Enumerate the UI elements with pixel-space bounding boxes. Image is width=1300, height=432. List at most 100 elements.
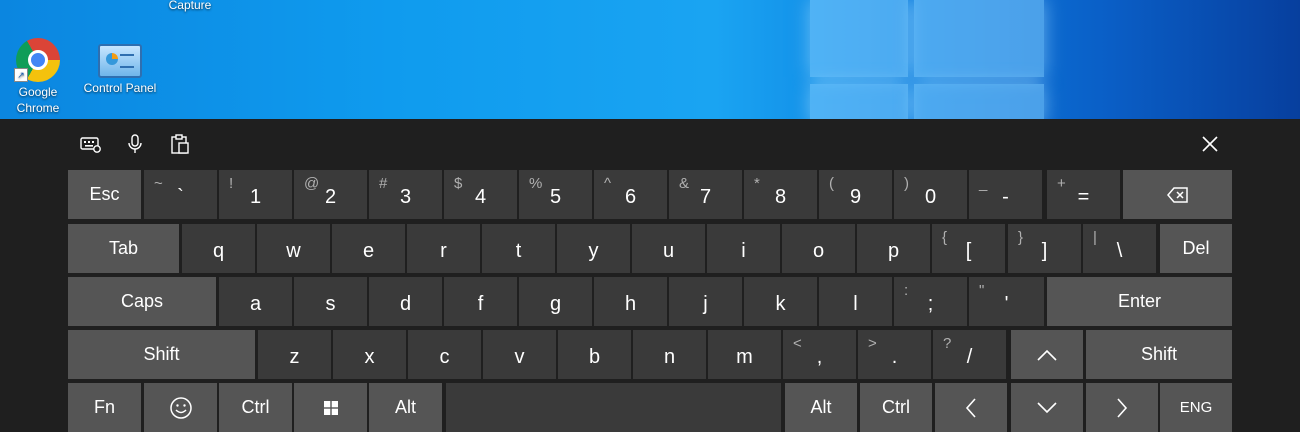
key-label: x xyxy=(364,346,375,368)
key-fn[interactable]: Fn xyxy=(68,383,141,432)
key-left-bracket[interactable]: {[ xyxy=(932,224,1005,273)
key-k[interactable]: k xyxy=(744,277,817,326)
key-ctrl-right[interactable]: Ctrl xyxy=(860,383,932,432)
key-f[interactable]: f xyxy=(444,277,517,326)
key-c[interactable]: c xyxy=(408,330,481,379)
key-v[interactable]: v xyxy=(483,330,556,379)
key-enter[interactable]: Enter xyxy=(1047,277,1232,326)
key-secondary-label: * xyxy=(754,175,760,192)
key-z[interactable]: z xyxy=(258,330,331,379)
key-d[interactable]: d xyxy=(369,277,442,326)
key-ctrl-left[interactable]: Ctrl xyxy=(219,383,292,432)
key-0[interactable]: ) 0 xyxy=(894,170,967,219)
key-secondary-label: } xyxy=(1018,229,1024,246)
key-equals[interactable]: + = xyxy=(1047,170,1120,219)
key-r[interactable]: r xyxy=(407,224,480,273)
key-4[interactable]: $4 xyxy=(444,170,517,219)
key-semicolon[interactable]: :; xyxy=(894,277,967,326)
key-q[interactable]: q xyxy=(182,224,255,273)
key-period[interactable]: >. xyxy=(858,330,931,379)
key-arrow-up[interactable] xyxy=(1011,330,1083,379)
key-9[interactable]: (9 xyxy=(819,170,892,219)
key-g[interactable]: g xyxy=(519,277,592,326)
key-caps[interactable]: Caps xyxy=(68,277,216,326)
key-tab[interactable]: Tab xyxy=(68,224,179,273)
key-quote[interactable]: " ' xyxy=(969,277,1044,326)
key-arrow-left[interactable] xyxy=(935,383,1007,432)
close-keyboard-button[interactable] xyxy=(1194,131,1226,157)
key-backslash[interactable]: | \ xyxy=(1083,224,1156,273)
key-x[interactable]: x xyxy=(333,330,406,379)
key-e[interactable]: e xyxy=(332,224,405,273)
control-panel-icon xyxy=(98,44,142,78)
key-label: - xyxy=(1002,186,1009,208)
key-slash[interactable]: ? / xyxy=(933,330,1006,379)
key-w[interactable]: w xyxy=(257,224,330,273)
key-secondary-label: { xyxy=(942,229,948,246)
key-o[interactable]: o xyxy=(782,224,855,273)
key-label: z xyxy=(289,346,300,368)
key-label: 8 xyxy=(774,186,787,208)
key-l[interactable]: l xyxy=(819,277,892,326)
key-label: k xyxy=(775,293,786,315)
key-a[interactable]: a xyxy=(219,277,292,326)
key-h[interactable]: h xyxy=(594,277,667,326)
key-label: g xyxy=(549,293,562,315)
key-2[interactable]: @2 xyxy=(294,170,367,219)
keyboard-settings-button[interactable] xyxy=(75,131,107,157)
key-s[interactable]: s xyxy=(294,277,367,326)
key-minus[interactable]: _ - xyxy=(969,170,1042,219)
key-label: 9 xyxy=(849,186,862,208)
key-windows[interactable] xyxy=(294,383,367,432)
key-j[interactable]: j xyxy=(669,277,742,326)
key-comma[interactable]: <, xyxy=(783,330,856,379)
key-arrow-right[interactable] xyxy=(1086,383,1158,432)
key-right-bracket[interactable]: }] xyxy=(1008,224,1081,273)
key-language[interactable]: ENG xyxy=(1160,383,1232,432)
key-label: ] xyxy=(1041,240,1048,262)
desktop-icon-control-panel[interactable]: Control Panel xyxy=(82,38,158,96)
desktop-icon-capture[interactable]: Capture xyxy=(152,0,228,13)
key-shift-left[interactable]: Shift xyxy=(68,330,255,379)
key-p[interactable]: p xyxy=(857,224,930,273)
key-alt-right[interactable]: Alt xyxy=(785,383,857,432)
key-label: w xyxy=(286,240,301,262)
key-i[interactable]: i xyxy=(707,224,780,273)
clipboard-icon xyxy=(171,134,189,154)
key-label: f xyxy=(477,293,484,315)
key-alt-left[interactable]: Alt xyxy=(369,383,442,432)
desktop-icon-google-chrome[interactable]: ↗ Google Chrome xyxy=(0,38,76,116)
key-secondary-label: ^ xyxy=(604,175,612,192)
key-secondary-label: " xyxy=(979,282,985,299)
key-label: Esc xyxy=(89,184,120,204)
key-m[interactable]: m xyxy=(708,330,781,379)
key-t[interactable]: t xyxy=(482,224,555,273)
key-label: ' xyxy=(1004,293,1009,315)
key-arrow-down[interactable] xyxy=(1011,383,1083,432)
key-esc[interactable]: Esc xyxy=(68,170,141,219)
key-backtick[interactable]: ~ ` xyxy=(144,170,217,219)
voice-typing-button[interactable] xyxy=(119,131,151,157)
key-5[interactable]: % 5 xyxy=(519,170,592,219)
key-b[interactable]: b xyxy=(558,330,631,379)
key-shift-right[interactable]: Shift xyxy=(1086,330,1232,379)
key-label: i xyxy=(741,240,746,262)
key-3[interactable]: #3 xyxy=(369,170,442,219)
key-space[interactable] xyxy=(446,383,781,432)
key-y[interactable]: y xyxy=(557,224,630,273)
key-8[interactable]: * 8 xyxy=(744,170,817,219)
key-1[interactable]: ! 1 xyxy=(219,170,292,219)
touch-keyboard: Esc ~ ` ! 1 @2 #3 $4 % 5 ^ 6 & 7 * 8 (9 ) 0 _ - … xyxy=(0,119,1300,432)
key-7[interactable]: & 7 xyxy=(669,170,742,219)
key-u[interactable]: u xyxy=(632,224,705,273)
key-n[interactable]: n xyxy=(633,330,706,379)
key-del[interactable]: Del xyxy=(1160,224,1232,273)
key-label: b xyxy=(588,346,601,368)
clipboard-button[interactable] xyxy=(164,131,196,157)
key-emoji[interactable] xyxy=(144,383,217,432)
key-backspace[interactable] xyxy=(1123,170,1232,219)
key-6[interactable]: ^ 6 xyxy=(594,170,667,219)
shortcut-arrow-icon: ↗ xyxy=(14,68,28,82)
key-secondary-label: & xyxy=(679,175,690,192)
key-label: Alt xyxy=(394,397,416,417)
